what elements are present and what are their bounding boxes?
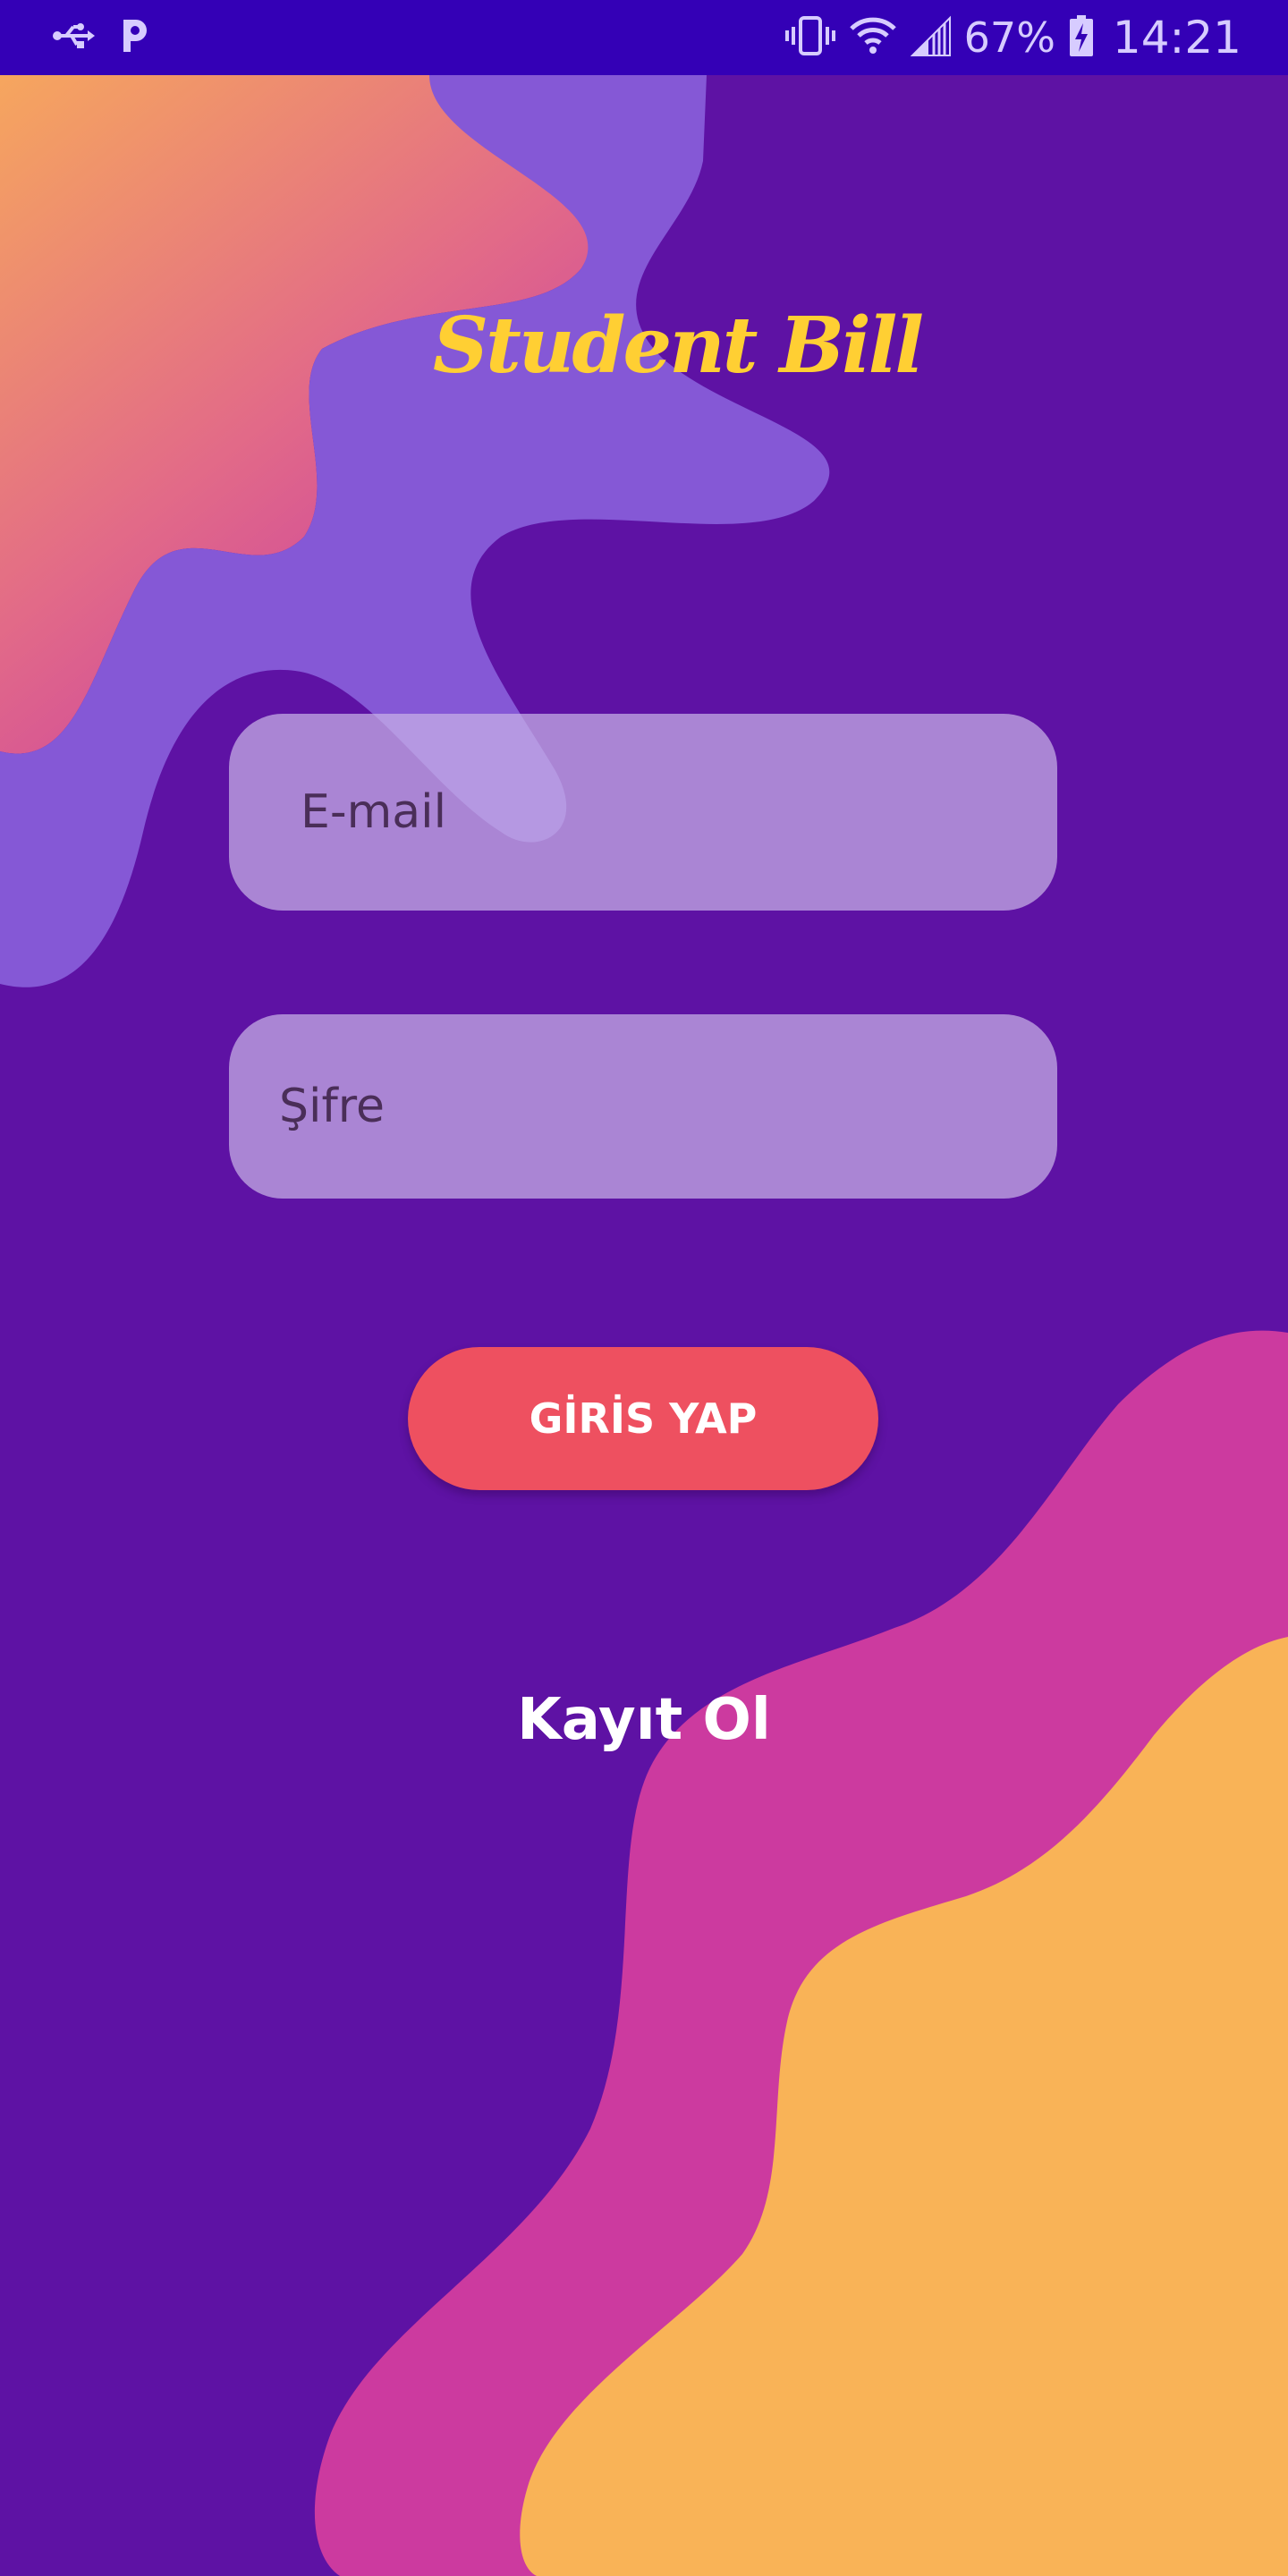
login-button[interactable]: GİRİS YAP	[408, 1347, 878, 1490]
clock: 14:21	[1112, 12, 1241, 64]
app-title: Student Bill	[433, 301, 924, 391]
email-field[interactable]	[229, 714, 1057, 911]
login-screen: Student Bill GİRİS YAP Kayıt Ol	[0, 0, 1288, 2576]
status-bar: 67% 14:21	[0, 0, 1288, 75]
battery-percent: 67%	[963, 13, 1055, 62]
status-right-icons: 67% 14:21	[784, 9, 1241, 66]
status-left-icons	[52, 16, 150, 59]
signal-icon	[910, 14, 952, 61]
wifi-icon	[848, 14, 898, 61]
vibrate-icon	[784, 14, 835, 61]
register-link[interactable]: Kayıt Ol	[0, 1687, 1288, 1753]
password-field[interactable]	[229, 1014, 1057, 1199]
usb-icon	[52, 20, 95, 56]
battery-charging-icon	[1068, 14, 1095, 61]
pocket-app-icon	[118, 16, 150, 60]
